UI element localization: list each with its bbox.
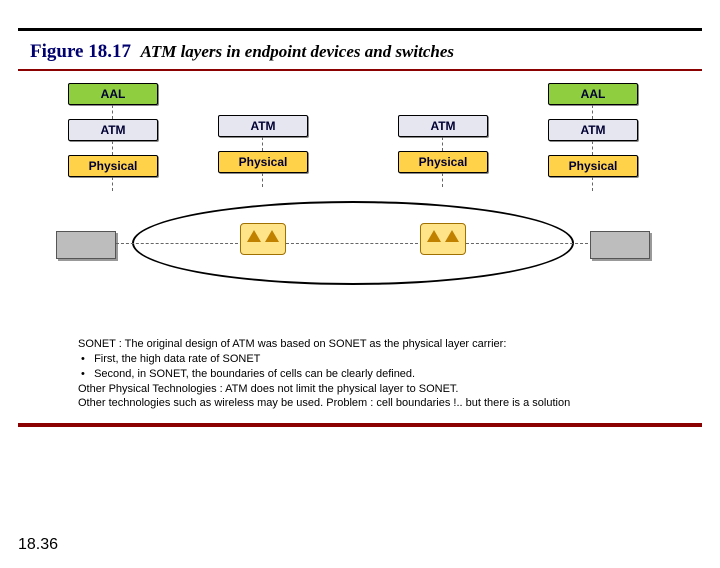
switch-left bbox=[240, 223, 286, 255]
aal-gap bbox=[218, 83, 308, 115]
endpoint-right-stack: AAL ATM Physical bbox=[548, 83, 638, 191]
rule-top bbox=[18, 28, 702, 31]
aal-layer: AAL bbox=[548, 83, 638, 105]
figure-title: Figure 18.17 ATM layers in endpoint devi… bbox=[30, 41, 720, 63]
connector bbox=[112, 141, 113, 155]
link bbox=[116, 243, 238, 244]
connector bbox=[112, 105, 113, 119]
connector bbox=[442, 137, 443, 151]
rule-caption bbox=[18, 69, 702, 71]
diagram: AAL ATM Physical ATM Physical ATM Physic… bbox=[18, 83, 702, 313]
link bbox=[466, 243, 588, 244]
connector bbox=[112, 177, 113, 191]
connector bbox=[262, 137, 263, 151]
atm-layer: ATM bbox=[398, 115, 488, 137]
endpoint-device-left bbox=[56, 231, 116, 259]
physical-layer: Physical bbox=[398, 151, 488, 173]
aal-gap bbox=[398, 83, 488, 115]
endpoint-device-right bbox=[590, 231, 650, 259]
note-bullet: • First, the high data rate of SONET bbox=[78, 352, 664, 367]
connector bbox=[592, 105, 593, 119]
link bbox=[286, 243, 418, 244]
note-line: Other technologies such as wireless may … bbox=[78, 396, 664, 411]
connector bbox=[442, 173, 443, 187]
endpoint-left-stack: AAL ATM Physical bbox=[68, 83, 158, 191]
figure-caption: ATM layers in endpoint devices and switc… bbox=[140, 42, 454, 61]
switch-right-stack: ATM Physical bbox=[398, 83, 488, 187]
physical-layer: Physical bbox=[68, 155, 158, 177]
notes-block: SONET : The original design of ATM was b… bbox=[78, 337, 664, 411]
note-line: Other Physical Technologies : ATM does n… bbox=[78, 382, 664, 397]
physical-layer: Physical bbox=[218, 151, 308, 173]
switch-left-stack: ATM Physical bbox=[218, 83, 308, 187]
atm-layer: ATM bbox=[548, 119, 638, 141]
aal-layer: AAL bbox=[68, 83, 158, 105]
note-line: SONET : The original design of ATM was b… bbox=[78, 337, 664, 352]
rule-bottom bbox=[18, 423, 702, 427]
atm-layer: ATM bbox=[218, 115, 308, 137]
physical-layer: Physical bbox=[548, 155, 638, 177]
connector bbox=[262, 173, 263, 187]
connector bbox=[592, 141, 593, 155]
note-bullet: • Second, in SONET, the boundaries of ce… bbox=[78, 367, 664, 382]
atm-layer: ATM bbox=[68, 119, 158, 141]
switch-right bbox=[420, 223, 466, 255]
page-number: 18.36 bbox=[18, 536, 58, 554]
figure-number: Figure 18.17 bbox=[30, 41, 131, 62]
connector bbox=[592, 177, 593, 191]
